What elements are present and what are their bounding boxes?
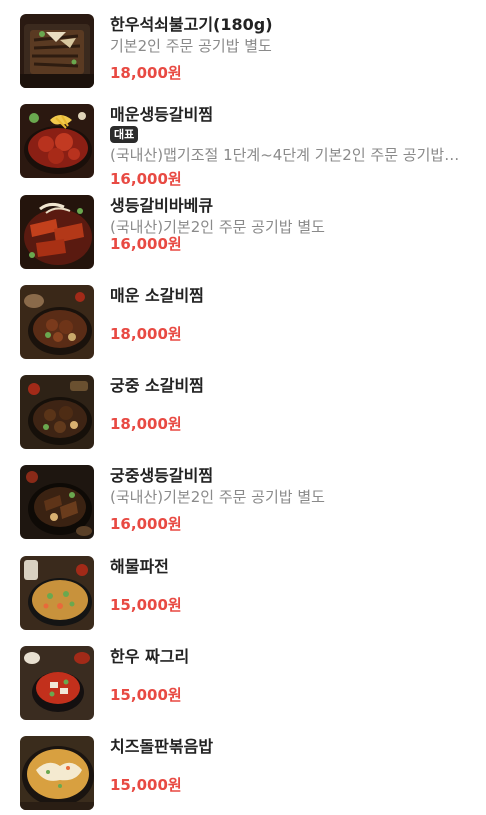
menu-item-image xyxy=(20,556,94,630)
menu-item-price: 18,000원 xyxy=(110,415,182,433)
menu-item-price: 15,000원 xyxy=(110,596,182,614)
seafood-pancake-photo xyxy=(20,556,94,630)
spicy-galbi-photo xyxy=(20,285,94,359)
menu-item-spicy-galbi[interactable]: 매운 소갈비찜 18,000원 xyxy=(0,285,486,361)
hanwoo-jjageuri-photo xyxy=(20,646,94,720)
menu-item-royal-ribs[interactable]: 궁중생등갈비찜 (국내산)기본2인 주문 공기밥 별도 16,000원 xyxy=(0,465,486,541)
menu-item-description: (국내산)맵기조절 1단계~4단계 기본2인 주문 공기밥 별도 xyxy=(110,146,460,164)
menu-item-price: 15,000원 xyxy=(110,776,182,794)
menu-item-hanwoo-jjageuri[interactable]: 한우 짜그리 15,000원 xyxy=(0,646,486,722)
menu-item-cheese-fried-rice[interactable]: 치즈돌판볶음밥 15,000원 xyxy=(0,736,486,812)
menu-item-name: 해물파전 xyxy=(110,557,169,576)
menu-item-description: 기본2인 주문 공기밥 별도 xyxy=(110,37,272,55)
cheese-fried-rice-photo xyxy=(20,736,94,810)
menu-item-image xyxy=(20,195,94,269)
menu-item-royal-galbi[interactable]: 궁중 소갈비찜 18,000원 xyxy=(0,375,486,451)
menu-item-price: 16,000원 xyxy=(110,170,182,188)
menu-item-price: 18,000원 xyxy=(110,325,182,343)
menu-item-seafood-pancake[interactable]: 해물파전 15,000원 xyxy=(0,556,486,632)
menu-item-name: 궁중생등갈비찜 xyxy=(110,466,214,485)
bulgogi-photo xyxy=(20,14,94,88)
menu-item-name: 궁중 소갈비찜 xyxy=(110,376,204,395)
menu-item-image xyxy=(20,285,94,359)
menu-item-price: 15,000원 xyxy=(110,686,182,704)
menu-item-name: 한우 짜그리 xyxy=(110,647,190,666)
bbq-ribs-photo xyxy=(20,195,94,269)
spicy-ribs-photo xyxy=(20,104,94,178)
signature-badge: 대표 xyxy=(110,126,139,143)
menu-item-image xyxy=(20,465,94,539)
menu-item-price: 16,000원 xyxy=(110,235,182,253)
menu-item-name: 생등갈비바베큐 xyxy=(110,196,214,215)
menu-item-spicy-ribs[interactable]: 매운생등갈비찜 대표 (국내산)맵기조절 1단계~4단계 기본2인 주문 공기밥… xyxy=(0,104,486,188)
menu-item-image xyxy=(20,375,94,449)
menu-item-image xyxy=(20,14,94,88)
menu-item-bulgogi[interactable]: 한우석쇠불고기(180g) 기본2인 주문 공기밥 별도 18,000원 xyxy=(0,14,486,90)
royal-ribs-photo xyxy=(20,465,94,539)
menu-item-description: (국내산)기본2인 주문 공기밥 별도 xyxy=(110,488,325,506)
menu-item-image xyxy=(20,104,94,178)
menu-item-price: 18,000원 xyxy=(110,64,182,82)
menu-item-image xyxy=(20,646,94,720)
menu-item-price: 16,000원 xyxy=(110,515,182,533)
menu-list: 한우석쇠불고기(180g) 기본2인 주문 공기밥 별도 18,000원 매운생… xyxy=(0,0,486,815)
menu-item-image xyxy=(20,736,94,810)
menu-item-name: 매운생등갈비찜 xyxy=(110,105,214,124)
menu-item-bbq-ribs[interactable]: 생등갈비바베큐 (국내산)기본2인 주문 공기밥 별도 16,000원 xyxy=(0,195,486,271)
menu-item-name: 한우석쇠불고기(180g) xyxy=(110,15,273,34)
royal-galbi-photo xyxy=(20,375,94,449)
menu-item-name: 매운 소갈비찜 xyxy=(110,286,204,305)
menu-item-name: 치즈돌판볶음밥 xyxy=(110,737,214,756)
